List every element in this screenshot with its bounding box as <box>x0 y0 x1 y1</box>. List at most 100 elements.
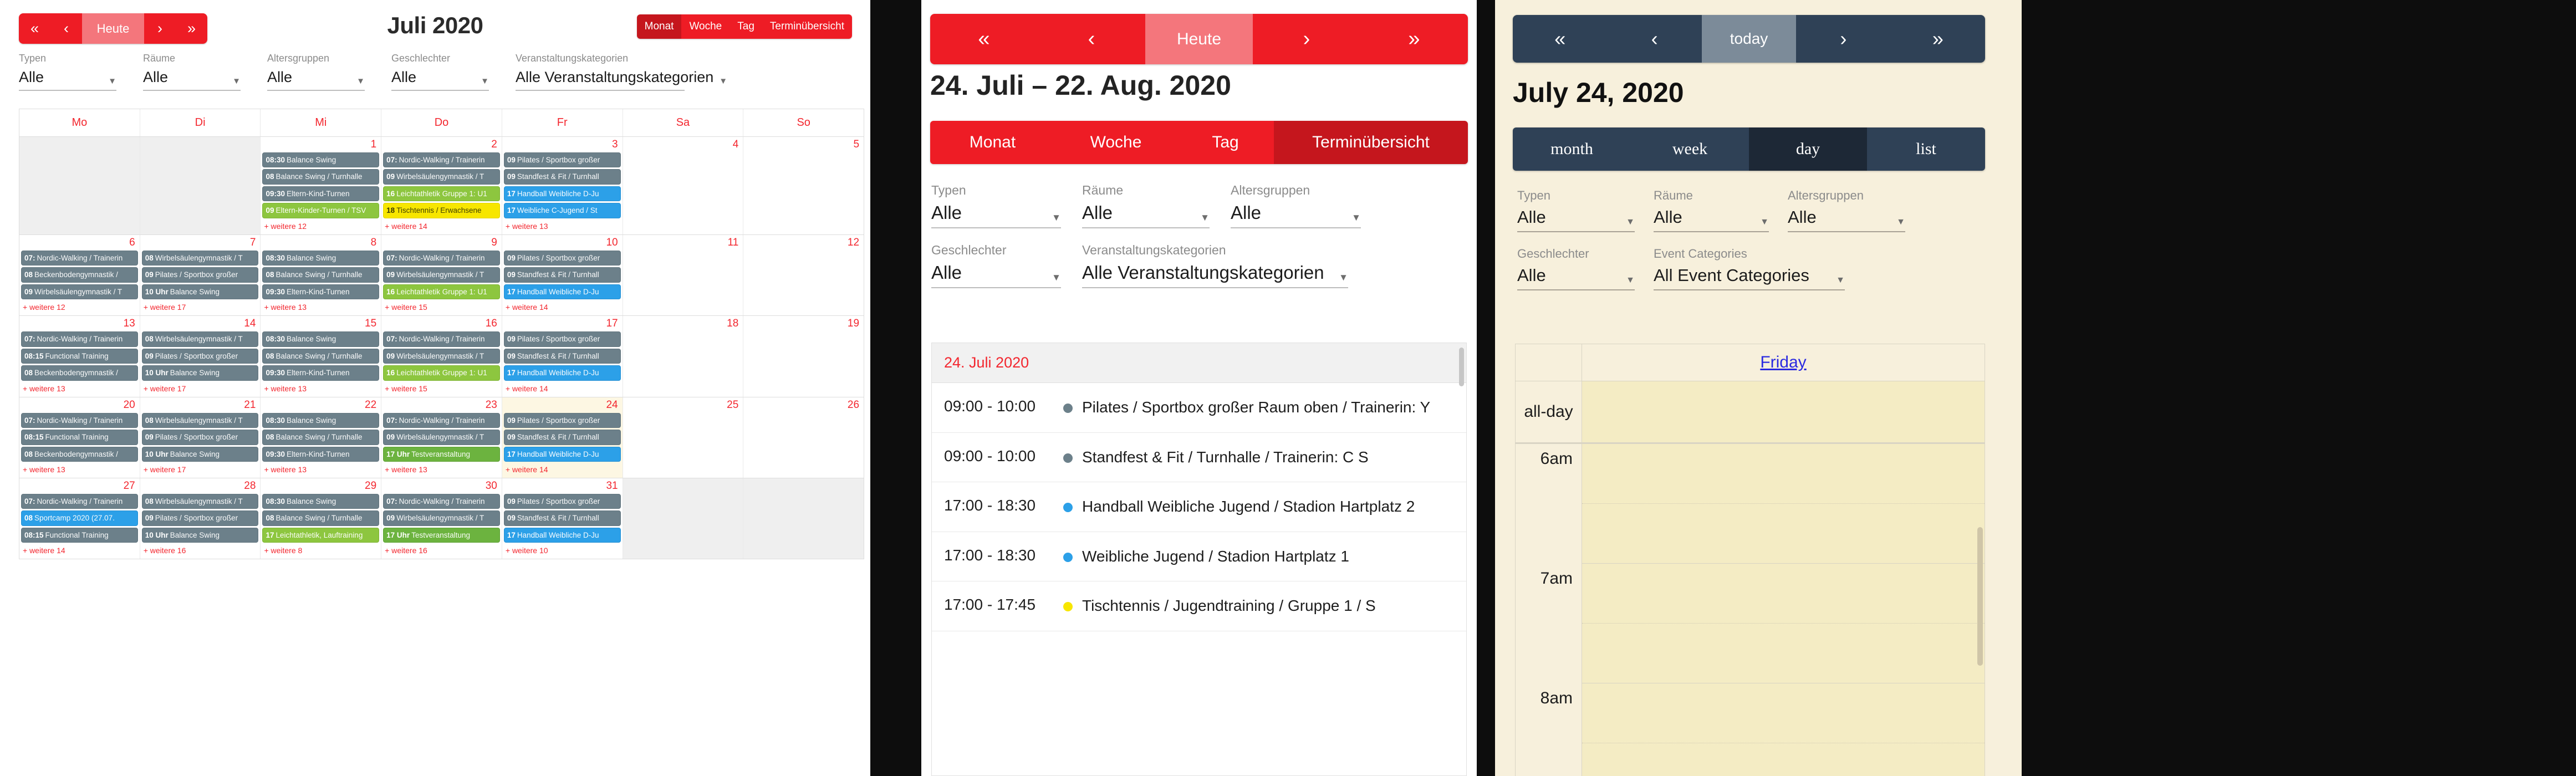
calendar-event[interactable]: 08 Wirbelsäulengymnastik / T <box>141 493 259 509</box>
more-events-link[interactable]: + weitere 16 <box>383 544 500 555</box>
day-grid-slot[interactable] <box>1582 444 1985 504</box>
day-grid-slot[interactable] <box>1582 504 1985 564</box>
calendar-event[interactable]: 09 Standfest & Fit / Turnhall <box>503 430 621 445</box>
month-day-cell[interactable]: 28 08 Wirbelsäulengymnastik / T 09 Pilates /… <box>139 478 261 559</box>
filter-geschlechter-select[interactable]: Alle ▼ <box>391 69 489 91</box>
filter-event-categories-select[interactable]: All Event Categories ▼ <box>1654 266 1845 290</box>
view-button-list[interactable]: list <box>1867 127 1985 171</box>
month-day-cell[interactable] <box>19 137 140 234</box>
day-column-header-link[interactable]: Friday <box>1760 353 1806 371</box>
calendar-event[interactable]: 08 Balance Swing / Turnhalle <box>262 169 380 185</box>
next-year-button[interactable]: » <box>1890 15 1985 63</box>
calendar-event[interactable]: 09 Pilates / Sportbox großer <box>141 267 259 283</box>
day-number[interactable]: 11 <box>625 237 742 251</box>
month-day-cell[interactable] <box>622 478 743 559</box>
month-day-cell[interactable]: 20 07: Nordic-Walking / Trainerin 08:15 Func… <box>19 397 140 478</box>
list-item[interactable]: 17:00 - 18:30 Handball Weibliche Jugend /… <box>932 482 1466 532</box>
day-grid-scrollbar-thumb[interactable] <box>1977 527 1983 666</box>
calendar-event[interactable]: 08 Balance Swing / Turnhalle <box>262 267 380 283</box>
calendar-event[interactable]: 18 Tischtennis / Erwachsene <box>383 203 500 218</box>
day-number[interactable]: 28 <box>142 480 259 494</box>
calendar-event[interactable]: 07: Nordic-Walking / Trainerin <box>383 152 500 168</box>
more-events-link[interactable]: + weitere 8 <box>262 544 379 555</box>
calendar-event[interactable]: 09 Standfest & Fit / Turnhall <box>503 348 621 364</box>
allday-slot[interactable] <box>1582 381 1985 442</box>
calendar-event[interactable]: 17 Leichtathletik, Lauftraining <box>262 527 380 543</box>
more-events-link[interactable]: + weitere 13 <box>504 220 621 231</box>
month-day-cell[interactable]: 12 <box>743 234 864 316</box>
calendar-event[interactable]: 07: Nordic-Walking / Trainerin <box>383 493 500 509</box>
day-grid-slot[interactable] <box>1582 564 1985 624</box>
calendar-event[interactable]: 08 Beckenbodengymnastik / <box>21 446 138 462</box>
calendar-event[interactable]: 08 Balance Swing / Turnhalle <box>262 348 380 364</box>
month-day-cell[interactable]: 15 08:30 Balance Swing 08 Balance Swing / Tu… <box>260 316 381 397</box>
next-year-button[interactable]: » <box>1360 14 1468 64</box>
calendar-event[interactable]: 09 Wirbelsäulengymnastik / T <box>383 510 500 526</box>
view-button-day[interactable]: day <box>1749 127 1867 171</box>
view-button-woche[interactable]: Woche <box>681 14 730 39</box>
calendar-event[interactable]: 09 Eltern-Kinder-Turnen / TSV <box>262 203 380 218</box>
view-button-terminuebersicht[interactable]: Terminübersicht <box>1274 121 1468 164</box>
day-number[interactable]: 22 <box>262 399 379 413</box>
calendar-event[interactable]: 08:15 Functional Training <box>21 430 138 445</box>
calendar-event[interactable]: 09 Standfest & Fit / Turnhall <box>503 267 621 283</box>
calendar-event[interactable]: 10 Uhr Balance Swing <box>141 284 259 300</box>
month-day-cell[interactable] <box>139 137 261 234</box>
day-number[interactable]: 25 <box>625 399 742 413</box>
day-number[interactable]: 8 <box>262 237 379 251</box>
day-number[interactable]: 30 <box>383 480 500 494</box>
day-number[interactable]: 7 <box>142 237 259 251</box>
calendar-event[interactable]: 08 Beckenbodengymnastik / <box>21 365 138 381</box>
calendar-event[interactable]: 09 Wirbelsäulengymnastik / T <box>383 267 500 283</box>
day-number[interactable]: 23 <box>383 399 500 413</box>
calendar-event[interactable]: 10 Uhr Balance Swing <box>141 527 259 543</box>
calendar-event[interactable]: 09:30 Eltern-Kind-Turnen <box>262 365 380 381</box>
month-day-cell[interactable]: 18 <box>622 316 743 397</box>
more-events-link[interactable]: + weitere 17 <box>142 382 259 393</box>
calendar-event[interactable]: 08:30 Balance Swing <box>262 331 380 347</box>
month-day-cell[interactable]: 8 08:30 Balance Swing 08 Balance Swing / Tur… <box>260 234 381 316</box>
more-events-link[interactable]: + weitere 17 <box>142 301 259 312</box>
month-day-cell[interactable]: 22 08:30 Balance Swing 08 Balance Swing / Tu… <box>260 397 381 478</box>
calendar-event[interactable]: 09 Pilates / Sportbox großer <box>141 348 259 364</box>
calendar-event[interactable]: 09 Pilates / Sportbox großer <box>503 493 621 509</box>
calendar-event[interactable]: 08 Wirbelsäulengymnastik / T <box>141 412 259 428</box>
more-events-link[interactable]: + weitere 15 <box>383 382 500 393</box>
more-events-link[interactable]: + weitere 14 <box>383 220 500 231</box>
month-day-cell[interactable]: 24 09 Pilates / Sportbox großer 09 Standfest… <box>501 397 623 478</box>
month-day-cell[interactable]: 26 <box>743 397 864 478</box>
calendar-event[interactable]: 17 Handball Weibliche D-Ju <box>503 186 621 202</box>
calendar-event[interactable]: 08 Wirbelsäulengymnastik / T <box>141 250 259 266</box>
calendar-event[interactable]: 08:30 Balance Swing <box>262 152 380 168</box>
calendar-event[interactable]: 16 Leichtathletik Gruppe 1: U1 <box>383 186 500 202</box>
view-button-monat[interactable]: Monat <box>930 121 1055 164</box>
month-day-cell[interactable]: 21 08 Wirbelsäulengymnastik / T 09 Pilates /… <box>139 397 261 478</box>
day-number[interactable]: 19 <box>745 318 862 331</box>
view-button-month[interactable]: month <box>1513 127 1631 171</box>
day-number[interactable]: 24 <box>504 399 621 413</box>
day-number[interactable]: 2 <box>383 139 500 152</box>
filter-typen-select[interactable]: Alle ▼ <box>19 69 116 91</box>
list-item[interactable]: 17:00 - 17:45 Tischtennis / Jugendtrainin… <box>932 581 1466 631</box>
more-events-link[interactable]: + weitere 13 <box>21 382 138 393</box>
day-number[interactable]: 14 <box>142 318 259 331</box>
calendar-event[interactable]: 07: Nordic-Walking / Trainerin <box>21 250 138 266</box>
calendar-event[interactable]: 17 Handball Weibliche D-Ju <box>503 527 621 543</box>
day-number[interactable]: 29 <box>262 480 379 494</box>
month-day-cell[interactable]: 5 <box>743 137 864 234</box>
month-day-cell[interactable]: 6 07: Nordic-Walking / Trainerin 08 Beckenbo… <box>19 235 140 315</box>
filter-altersgruppen-select[interactable]: Alle ▼ <box>1788 207 1905 232</box>
more-events-link[interactable]: + weitere 13 <box>262 301 379 312</box>
list-scrollbar-thumb[interactable] <box>1459 348 1464 386</box>
filter-typen-select[interactable]: Alle ▼ <box>1517 207 1635 232</box>
month-day-cell[interactable]: 31 09 Pilates / Sportbox großer 09 Standfest… <box>501 478 623 559</box>
calendar-event[interactable]: 08:30 Balance Swing <box>262 250 380 266</box>
month-day-cell[interactable]: 27 07: Nordic-Walking / Trainerin 08 Sportca… <box>19 478 140 559</box>
more-events-link[interactable]: + weitere 17 <box>142 463 259 474</box>
calendar-event[interactable]: 07: Nordic-Walking / Trainerin <box>21 412 138 428</box>
filter-veranstaltungskategorien-select[interactable]: Alle Veranstaltungskategorien ▼ <box>516 69 727 91</box>
month-day-cell[interactable]: 9 07: Nordic-Walking / Trainerin 09 Wirbelsä… <box>381 234 502 316</box>
next-button[interactable]: › <box>1796 15 1891 63</box>
prev-button[interactable]: ‹ <box>1038 14 1145 64</box>
calendar-event[interactable]: 08 Sportcamp 2020 (27.07. <box>21 510 138 526</box>
